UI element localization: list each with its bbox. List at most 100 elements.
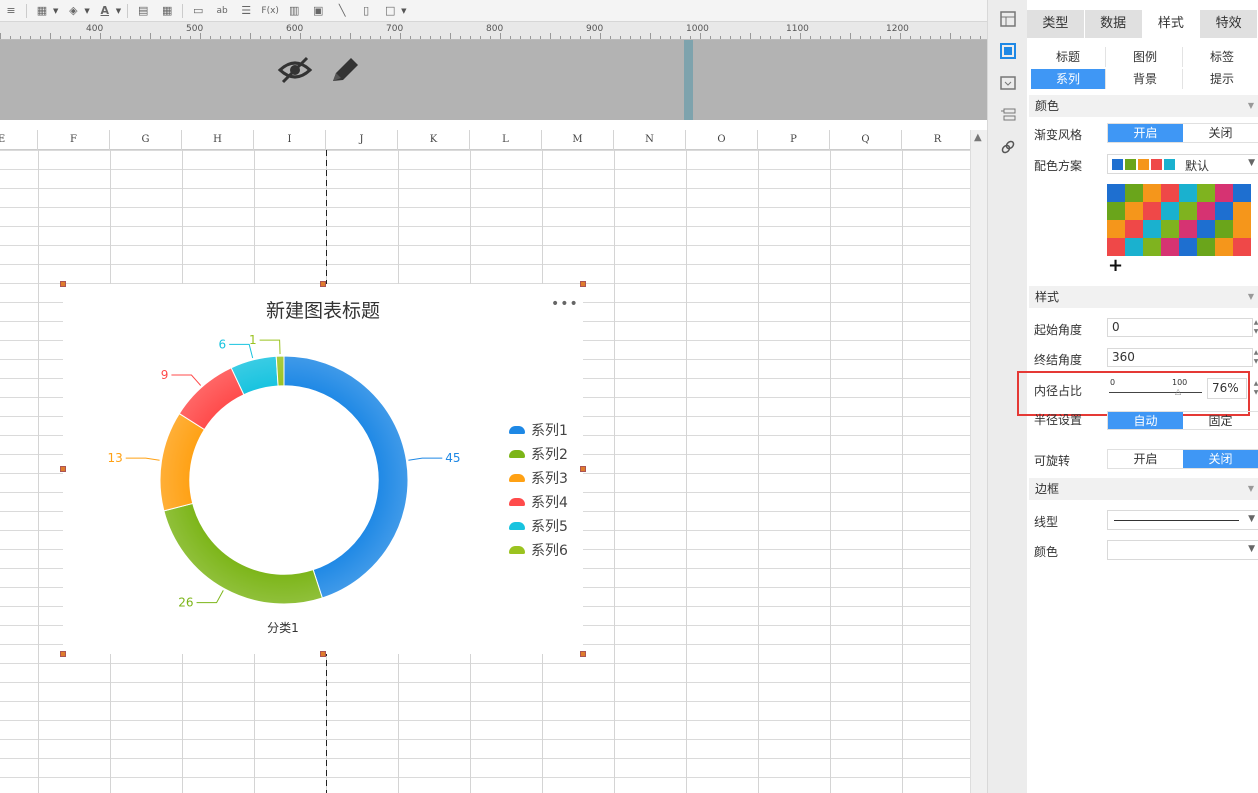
donut-slice[interactable]: [159, 412, 206, 512]
palette-swatch[interactable]: [1233, 184, 1251, 202]
palette-swatch[interactable]: [1143, 238, 1161, 256]
chart-widget[interactable]: 新建图表标题 ••• 45 26 13 9 6 1 分类1 系列1 系列2 系列3 系列4…: [63, 284, 583, 654]
palette-swatch[interactable]: [1215, 220, 1233, 238]
cell-attribute-icon[interactable]: [998, 9, 1018, 29]
donut-slice[interactable]: [163, 502, 323, 605]
subtab-background[interactable]: 背景: [1108, 69, 1183, 89]
pencil-icon[interactable]: [328, 54, 362, 86]
radius-auto-button[interactable]: 自动: [1108, 412, 1183, 429]
legend-item[interactable]: 系列2: [509, 442, 568, 466]
palette-swatch[interactable]: [1161, 202, 1179, 220]
donut-slice[interactable]: [275, 355, 285, 387]
palette-swatch[interactable]: [1125, 238, 1143, 256]
palette-swatch[interactable]: [1161, 220, 1179, 238]
line-type-select[interactable]: ▼: [1107, 510, 1258, 530]
palette-swatch[interactable]: [1179, 202, 1197, 220]
chevron-down-icon[interactable]: ▼: [53, 7, 58, 15]
palette-swatch[interactable]: [1125, 184, 1143, 202]
column-header-cell[interactable]: G: [110, 130, 182, 150]
legend-item[interactable]: 系列3: [509, 466, 568, 490]
align-icon[interactable]: ≡: [2, 2, 20, 20]
rotatable-off-button[interactable]: 关闭: [1183, 450, 1258, 468]
palette-swatch[interactable]: [1143, 202, 1161, 220]
frame-icon[interactable]: □: [381, 2, 399, 20]
paragraph-icon[interactable]: ☰: [237, 2, 255, 20]
palette-swatch[interactable]: [1197, 184, 1215, 202]
scroll-up-icon[interactable]: ▲: [974, 132, 982, 143]
resize-handle[interactable]: [580, 466, 586, 472]
resize-handle[interactable]: [580, 651, 586, 657]
donut-slice[interactable]: [283, 355, 409, 599]
tab-effects[interactable]: 特效: [1200, 10, 1258, 38]
gradient-off-button[interactable]: 关闭: [1183, 124, 1258, 142]
tab-type[interactable]: 类型: [1027, 10, 1085, 38]
column-header-cell[interactable]: O: [686, 130, 758, 150]
slash-icon[interactable]: ╲: [333, 2, 351, 20]
border-section-header[interactable]: 边框 ▼: [1029, 478, 1258, 500]
column-header-cell[interactable]: F: [38, 130, 110, 150]
palette-swatch[interactable]: [1107, 184, 1125, 202]
chevron-down-icon[interactable]: ▼: [116, 7, 121, 15]
text-field-icon[interactable]: ▭: [189, 2, 207, 20]
column-header-cell[interactable]: Q: [830, 130, 902, 150]
ab-icon[interactable]: ab: [213, 2, 231, 20]
palette-swatch[interactable]: [1179, 220, 1197, 238]
resize-handle[interactable]: [320, 651, 326, 657]
resize-handle[interactable]: [580, 281, 586, 287]
chart-icon[interactable]: ▥: [285, 2, 303, 20]
palette-swatch[interactable]: [1197, 238, 1215, 256]
tab-style[interactable]: 样式: [1142, 10, 1201, 38]
column-header-cell[interactable]: M: [542, 130, 614, 150]
end-angle-input[interactable]: 360: [1107, 348, 1253, 367]
column-header-cell[interactable]: E: [0, 130, 38, 150]
eye-hidden-icon[interactable]: [277, 54, 313, 86]
palette-swatch[interactable]: [1125, 202, 1143, 220]
spinner-icon[interactable]: ▲ ▼: [1251, 379, 1258, 398]
legend-item[interactable]: 系列1: [509, 418, 568, 442]
merge-cells-icon[interactable]: ▤: [134, 2, 152, 20]
style-section-header[interactable]: 样式 ▼: [1029, 286, 1258, 308]
palette-swatch[interactable]: [1107, 238, 1125, 256]
start-angle-input[interactable]: 0: [1107, 318, 1253, 337]
column-header-cell[interactable]: N: [614, 130, 686, 150]
resize-handle[interactable]: [320, 281, 326, 287]
column-header-cell[interactable]: P: [758, 130, 830, 150]
palette-swatch[interactable]: [1125, 220, 1143, 238]
resize-handle[interactable]: [60, 281, 66, 287]
column-header-cell[interactable]: R: [902, 130, 970, 150]
document-icon[interactable]: ▯: [357, 2, 375, 20]
chart-attribute-icon[interactable]: [998, 41, 1018, 61]
palette-swatch[interactable]: [1215, 184, 1233, 202]
palette-swatch[interactable]: [1143, 220, 1161, 238]
palette-swatch[interactable]: [1233, 238, 1251, 256]
subtab-labels[interactable]: 标签: [1185, 47, 1258, 67]
palette-swatch[interactable]: [1215, 202, 1233, 220]
resize-handle[interactable]: [60, 466, 66, 472]
resize-handle[interactable]: [60, 651, 66, 657]
palette-swatch[interactable]: [1215, 238, 1233, 256]
link-icon[interactable]: [998, 137, 1018, 157]
subtab-series[interactable]: 系列: [1031, 69, 1106, 89]
collapse-icon[interactable]: ▼: [1248, 286, 1254, 308]
column-header-cell[interactable]: L: [470, 130, 542, 150]
palette-swatch[interactable]: [1233, 202, 1251, 220]
palette-swatch[interactable]: [1107, 202, 1125, 220]
font-color-icon[interactable]: A: [96, 2, 114, 20]
border-icon[interactable]: ▦: [33, 2, 51, 20]
legend-item[interactable]: 系列6: [509, 538, 568, 562]
legend-item[interactable]: 系列5: [509, 514, 568, 538]
vertical-scrollbar[interactable]: ▲: [970, 130, 987, 793]
fill-color-icon[interactable]: ◈: [64, 2, 82, 20]
palette-swatch[interactable]: [1197, 202, 1215, 220]
add-icon[interactable]: +: [1108, 255, 1123, 276]
subtab-legend[interactable]: 图例: [1108, 47, 1183, 67]
color-palette[interactable]: [1107, 184, 1251, 256]
column-header-cell[interactable]: K: [398, 130, 470, 150]
column-header-cell[interactable]: H: [182, 130, 254, 150]
gradient-on-button[interactable]: 开启: [1108, 124, 1183, 142]
column-header-cell[interactable]: I: [254, 130, 326, 150]
chevron-down-icon[interactable]: ▼: [84, 7, 89, 15]
subtab-title[interactable]: 标题: [1031, 47, 1106, 67]
palette-swatch[interactable]: [1197, 220, 1215, 238]
rotatable-on-button[interactable]: 开启: [1108, 450, 1183, 468]
